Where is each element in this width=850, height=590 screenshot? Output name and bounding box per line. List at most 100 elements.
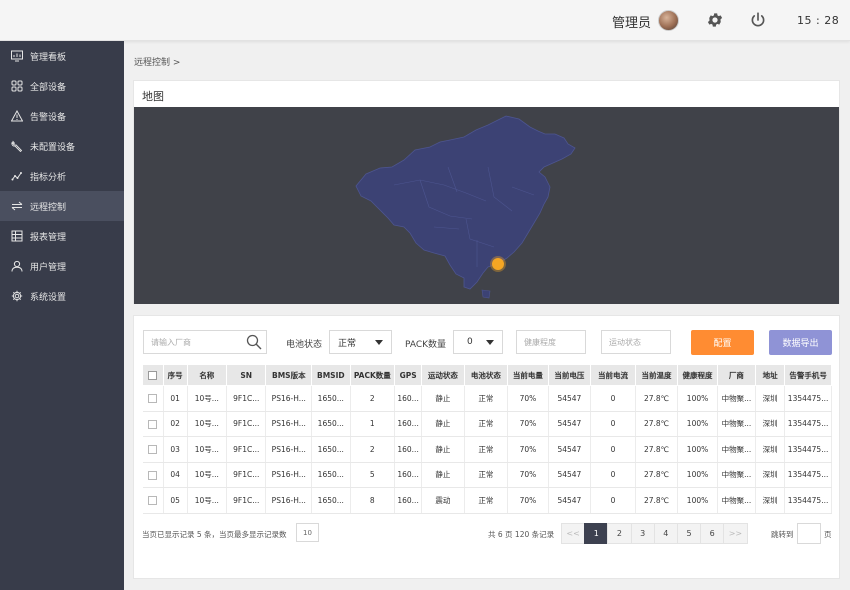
table-cell: 1650... — [311, 462, 351, 488]
table-cell: 70% — [507, 436, 549, 463]
settings-gear-icon[interactable] — [706, 11, 724, 29]
pack-count-label: PACK数量 — [405, 340, 447, 350]
sidebar-item-unconfigured[interactable]: 未配置设备 — [0, 131, 124, 161]
sidebar-item-dashboard[interactable]: 管理看板 — [0, 41, 124, 71]
sidebar-item-reports[interactable]: 报表管理 — [0, 221, 124, 251]
page-button-3[interactable]: 3 — [630, 523, 655, 544]
battery-status-value: 正常 — [338, 338, 357, 349]
table-cell: 54547 — [548, 462, 592, 488]
table-cell: 震动 — [421, 487, 465, 514]
prev-page-button[interactable]: << — [561, 523, 586, 544]
device-table: 序号 名称 SN BMS版本 BMSID PACK数量 GPS 运动状态 电池状… — [142, 364, 832, 514]
table-cell: 8 — [350, 487, 396, 514]
column-header: BMSID — [311, 364, 351, 386]
health-input[interactable] — [516, 330, 586, 354]
table-cell: 70% — [507, 385, 549, 412]
table-cell: 0 — [590, 436, 636, 463]
page-size-input[interactable]: 10 — [296, 523, 319, 542]
page-record-info: 当页已显示记录 5 条，当页最多显示记录数 — [142, 530, 287, 539]
row-checkbox-cell[interactable] — [142, 462, 164, 488]
breadcrumb[interactable]: 远程控制 > — [134, 55, 180, 68]
map-area[interactable] — [134, 107, 839, 304]
avatar[interactable] — [658, 10, 679, 31]
config-button[interactable]: 配置 — [691, 330, 754, 355]
export-button[interactable]: 数据导出 — [769, 330, 832, 355]
pack-count-select[interactable]: 0 — [453, 330, 503, 354]
table-cell: PS16-H... — [265, 385, 313, 412]
table-cell: 9F1C... — [226, 462, 267, 488]
sidebar-item-users[interactable]: 用户管理 — [0, 251, 124, 281]
china-map — [355, 115, 576, 299]
gear-icon — [11, 290, 23, 302]
row-checkbox[interactable] — [148, 445, 158, 454]
row-checkbox-cell[interactable] — [142, 487, 164, 514]
motion-status-input[interactable] — [601, 330, 671, 354]
table-cell: 中物聚... — [717, 462, 757, 488]
chevron-down-icon — [375, 340, 383, 345]
user-name[interactable]: 管理员 — [612, 12, 651, 31]
table-cell: 1354475... — [784, 411, 832, 437]
row-checkbox[interactable] — [148, 470, 158, 480]
power-icon[interactable] — [749, 11, 767, 29]
sidebar-item-label: 报表管理 — [30, 232, 67, 243]
table-cell: 27.8℃ — [635, 462, 679, 488]
table-cell: 100% — [677, 462, 718, 488]
column-header: 当前电流 — [590, 364, 636, 386]
sidebar-item-remote-control[interactable]: 远程控制 — [0, 191, 124, 221]
table-row[interactable]: 04 10号... 9F1C... PS16-H... 1650... 5 16… — [142, 462, 832, 488]
table-cell: 27.8℃ — [635, 411, 679, 437]
table-cell: 10号... — [187, 436, 228, 463]
page-button-2[interactable]: 2 — [607, 523, 632, 544]
jump-page-input[interactable] — [797, 523, 821, 544]
table-cell: 静止 — [421, 462, 465, 488]
table-cell: 54547 — [548, 487, 592, 514]
device-marker[interactable] — [492, 258, 504, 270]
sidebar-item-label: 全部设备 — [30, 82, 67, 93]
row-checkbox[interactable] — [148, 496, 158, 505]
column-header: 序号 — [162, 364, 188, 386]
table-cell: 5 — [350, 462, 396, 488]
transfer-icon — [11, 200, 23, 212]
table-row[interactable]: 02 10号... 9F1C... PS16-H... 1650... 1 16… — [142, 411, 832, 437]
row-checkbox-cell[interactable] — [142, 411, 164, 437]
page-button-5[interactable]: 5 — [676, 523, 702, 544]
row-checkbox[interactable] — [148, 419, 158, 429]
select-all-checkbox-cell[interactable] — [142, 364, 164, 386]
table-cell: 0 — [590, 462, 636, 488]
table-icon — [11, 230, 23, 242]
table-cell: 1354475... — [784, 487, 832, 514]
table-row[interactable]: 05 10号... 9F1C... PS16-H... 1650... 8 16… — [142, 487, 832, 514]
search-icon[interactable] — [246, 334, 262, 350]
sidebar-item-all-devices[interactable]: 全部设备 — [0, 71, 124, 101]
table-row[interactable]: 03 10号... 9F1C... PS16-H... 1650... 2 16… — [142, 436, 832, 463]
hainan-region — [481, 289, 491, 299]
row-checkbox-cell[interactable] — [142, 385, 164, 412]
dashboard-icon — [11, 50, 23, 62]
table-cell: PS16-H... — [265, 462, 313, 488]
china-region — [355, 115, 576, 290]
next-page-button[interactable]: >> — [723, 523, 748, 544]
page-button-6[interactable]: 6 — [700, 523, 725, 544]
table-cell: 深圳 — [755, 487, 786, 514]
table-cell: 正常 — [464, 462, 509, 488]
sidebar-item-analytics[interactable]: 指标分析 — [0, 161, 124, 191]
battery-status-select[interactable]: 正常 — [329, 330, 392, 354]
row-checkbox[interactable] — [148, 394, 158, 403]
row-checkbox-cell[interactable] — [142, 436, 164, 463]
page-button-4[interactable]: 4 — [653, 523, 678, 544]
table-cell: 正常 — [464, 487, 509, 514]
table-row[interactable]: 01 10号... 9F1C... PS16-H... 1650... 2 16… — [142, 385, 832, 412]
table-cell: 160... — [394, 462, 423, 488]
battery-status-label: 电池状态 — [286, 340, 323, 350]
page-button-1[interactable]: 1 — [584, 523, 609, 544]
table-cell: 05 — [163, 487, 188, 514]
sidebar-item-settings[interactable]: 系统设置 — [0, 281, 124, 311]
table-cell: 9F1C... — [226, 436, 267, 463]
map-title: 地图 — [142, 90, 164, 103]
wrench-icon — [11, 140, 23, 152]
table-cell: PS16-H... — [265, 487, 313, 514]
sidebar-item-alarm-devices[interactable]: 告警设备 — [0, 101, 124, 131]
pagination: << 1 2 3 4 5 6 >> — [561, 523, 748, 544]
select-all-checkbox[interactable] — [148, 370, 158, 380]
table-cell: 2 — [350, 385, 396, 412]
